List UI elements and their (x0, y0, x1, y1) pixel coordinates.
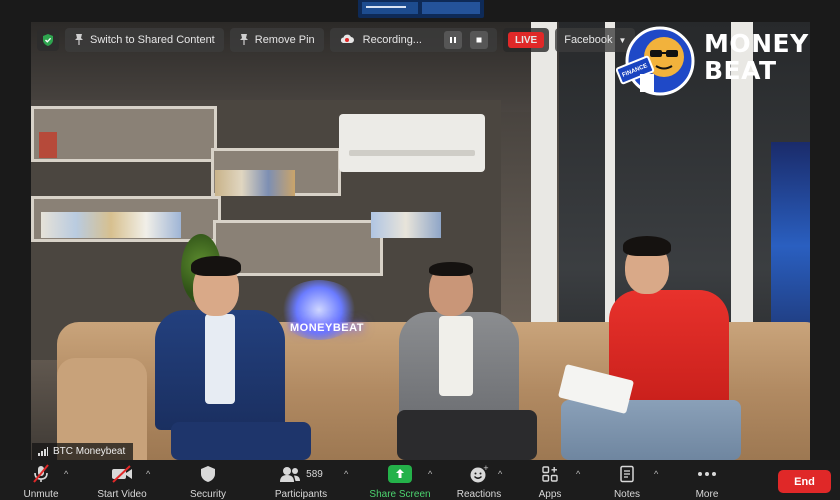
reactions-button[interactable]: + Reactions (452, 460, 506, 500)
scene-books (215, 170, 295, 196)
participants-icon-group: 589 (279, 463, 323, 485)
share-screen-label: Share Screen (369, 489, 431, 500)
security-label: Security (189, 489, 227, 500)
apps-icon (541, 463, 559, 485)
participants-count: 589 (306, 468, 323, 480)
chevron-up-icon[interactable]: ^ (344, 469, 348, 479)
person-middle-legs (397, 410, 537, 460)
video-off-icon (110, 463, 134, 485)
person-right (557, 236, 761, 460)
switch-to-shared-content-label: Switch to Shared Content (90, 34, 215, 46)
chevron-up-icon[interactable]: ^ (146, 469, 150, 479)
participants-button[interactable]: 589 Participants (268, 460, 334, 500)
shared-content-thumbnail[interactable] (358, 0, 484, 18)
meeting-top-bar: Switch to Shared Content Remove Pin Reco… (37, 28, 636, 52)
person-left-hair (191, 256, 241, 276)
chevron-up-icon[interactable]: ^ (498, 469, 502, 479)
person-right-jeans (561, 400, 741, 460)
pause-recording-button[interactable] (443, 31, 462, 49)
encryption-shield-icon[interactable] (37, 29, 59, 51)
participants-icon (280, 467, 301, 482)
more-dots-icon (697, 463, 717, 485)
person-left-legs (171, 422, 311, 460)
person-middle (391, 262, 541, 460)
share-screen-icon-wrap (388, 463, 412, 485)
security-shield-icon (200, 463, 216, 485)
chevron-up-icon[interactable]: ^ (428, 469, 432, 479)
share-screen-icon (388, 465, 412, 483)
switch-to-shared-content-button[interactable]: Switch to Shared Content (65, 28, 224, 52)
start-video-label: Start Video (97, 489, 147, 500)
scene-books (41, 212, 181, 238)
chevron-up-icon[interactable]: ^ (654, 469, 658, 479)
security-button[interactable]: Security (180, 460, 236, 500)
notes-label: Notes (613, 489, 641, 500)
scene-shelf-upper (31, 106, 217, 162)
meeting-toolbar: Unmute ^ Start Video ^ Security 589 Part… (0, 460, 840, 500)
live-status[interactable]: LIVE (502, 28, 550, 52)
person-left-shirt (205, 314, 235, 404)
start-video-button[interactable]: Start Video (88, 460, 156, 500)
person-right-hair (623, 236, 671, 256)
signal-strength-icon (38, 447, 48, 456)
end-meeting-button[interactable]: End (778, 470, 831, 493)
person-middle-hair (429, 262, 473, 276)
reactions-label: Reactions (456, 489, 502, 500)
apps-button[interactable]: Apps (530, 460, 570, 500)
moneybeat-mascot-icon (615, 26, 695, 96)
logo-line-money: MONEY (704, 29, 809, 58)
pin-icon (74, 33, 84, 48)
more-label: More (695, 489, 719, 500)
recording-indicator: Recording... (329, 28, 497, 52)
live-badge: LIVE (507, 32, 545, 48)
person-left (151, 254, 311, 460)
pin-icon (239, 33, 249, 48)
remove-pin-label: Remove Pin (254, 34, 315, 46)
thumbnail-slide-left (362, 2, 418, 14)
participants-label: Participants (274, 489, 328, 500)
stop-icon (476, 37, 482, 43)
remove-pin-button[interactable]: Remove Pin (229, 28, 324, 52)
stream-target-label: Facebook (564, 34, 613, 46)
microphone-muted-icon (32, 463, 50, 485)
person-middle-shirt (439, 316, 473, 396)
scene-books (371, 212, 441, 238)
unmute-label: Unmute (23, 489, 59, 500)
notes-icon (619, 463, 635, 485)
more-button[interactable]: More (686, 460, 728, 500)
recording-label: Recording... (362, 34, 422, 46)
notes-button[interactable]: Notes (606, 460, 648, 500)
share-screen-button[interactable]: Share Screen (366, 460, 434, 500)
reactions-smiley-icon: + (469, 463, 489, 485)
participant-name: BTC Moneybeat (53, 446, 126, 457)
stop-recording-button[interactable] (469, 31, 488, 49)
unmute-button[interactable]: Unmute (14, 460, 68, 500)
thumbnail-slide-right (422, 2, 480, 14)
moneybeat-logo: FINANCE MONEY BEAT (615, 24, 810, 98)
logo-wordmark: MONEY BEAT (704, 30, 809, 84)
apps-label: Apps (538, 489, 562, 500)
logo-line-beat: BEAT (704, 56, 777, 85)
participant-name-tag: BTC Moneybeat (32, 443, 134, 460)
svg-text:+: + (483, 464, 489, 472)
pause-icon (449, 37, 456, 43)
thumbnail-line (366, 6, 406, 8)
scene-air-conditioner (339, 114, 485, 172)
chevron-up-icon[interactable]: ^ (64, 469, 68, 479)
scene-books (39, 132, 57, 158)
cloud-recording-icon (339, 33, 355, 48)
chevron-up-icon[interactable]: ^ (576, 469, 580, 479)
